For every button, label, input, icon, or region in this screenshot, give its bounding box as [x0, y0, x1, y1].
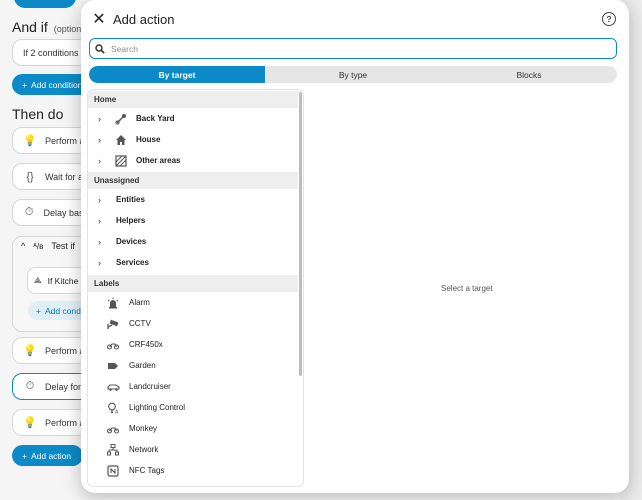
view-tabs: By target By type Blocks: [89, 66, 617, 83]
section-header-labels: Labels: [88, 275, 298, 292]
list-item-back-yard[interactable]: › Back Yard: [88, 108, 298, 129]
chevron-right-icon: ›: [98, 215, 101, 226]
label-item-network[interactable]: Network: [88, 439, 298, 460]
search-input[interactable]: [109, 42, 593, 55]
plus-icon: +: [22, 79, 27, 90]
list-scrollbar[interactable]: [299, 92, 302, 376]
target-list: Home › Back Yard › House › Other areas U…: [87, 89, 304, 487]
dialog-title: Add action: [113, 12, 175, 27]
hatched-square-icon: [114, 154, 128, 167]
label-item-landcruiser[interactable]: Landcruiser: [88, 376, 298, 397]
top-button-partial[interactable]: [14, 0, 76, 8]
label-tag-icon: [106, 360, 120, 372]
home-icon: [114, 134, 128, 146]
section-header-unassigned: Unassigned: [88, 172, 298, 189]
label-item-crf450x[interactable]: CRF450x: [88, 334, 298, 355]
label-item-monkey[interactable]: Monkey: [88, 418, 298, 439]
lightbulb-auto-icon: A: [106, 402, 120, 414]
chevron-right-icon: ›: [98, 134, 101, 145]
plus-icon: +: [36, 305, 41, 316]
add-action-button[interactable]: + Add action: [12, 445, 84, 466]
tab-by-type[interactable]: By type: [265, 66, 441, 83]
lightbulb-icon: 💡: [23, 345, 37, 357]
help-icon[interactable]: ?: [602, 12, 616, 26]
list-item-entities[interactable]: › Entities: [88, 189, 298, 210]
cctv-icon: [106, 318, 120, 330]
motorbike-icon: [106, 423, 120, 435]
chevron-right-icon: ›: [98, 257, 101, 268]
ab-testing-icon: ᴬ/ʙ: [33, 241, 44, 251]
section-header-home: Home: [88, 91, 298, 108]
lightbulb-icon: 💡: [23, 135, 37, 147]
alarm-light-icon: [106, 297, 120, 309]
label-item-nfc-tags[interactable]: NFC Tags: [88, 460, 298, 481]
list-item-devices[interactable]: › Devices: [88, 231, 298, 252]
source-branch-icon: ⟁: [34, 275, 42, 285]
motorbike-icon: [106, 339, 120, 351]
car-icon: [106, 381, 120, 393]
chevron-right-icon: ›: [98, 155, 101, 166]
tab-blocks[interactable]: Blocks: [441, 66, 617, 83]
label-item-garden[interactable]: Garden: [88, 355, 298, 376]
add-action-dialog: ✕ Add action ? By target By type Blocks …: [81, 0, 629, 493]
list-item-services[interactable]: › Services: [88, 252, 298, 273]
svg-text:A: A: [115, 409, 119, 414]
label-item-alarm[interactable]: Alarm: [88, 292, 298, 313]
then-do-heading: Then do: [12, 106, 64, 122]
chevron-right-icon: ›: [98, 236, 101, 247]
search-field[interactable]: [89, 38, 617, 59]
timer-icon: ⏱: [25, 380, 35, 392]
shovel-icon: [114, 113, 128, 125]
close-icon[interactable]: ✕: [90, 11, 108, 29]
lightbulb-off-icon: 💡: [23, 417, 37, 429]
select-target-message: Select a target: [441, 284, 493, 293]
search-icon: [95, 43, 105, 54]
nfc-icon: [106, 464, 120, 477]
chevron-right-icon: ›: [98, 113, 101, 124]
timer-icon: ⏱: [24, 206, 34, 218]
list-item-other-areas[interactable]: › Other areas: [88, 150, 298, 171]
and-if-heading: And if (optional): [12, 19, 92, 35]
list-item-helpers[interactable]: › Helpers: [88, 210, 298, 231]
list-item-house[interactable]: › House: [88, 129, 298, 150]
chevron-right-icon: ›: [98, 194, 101, 205]
tab-by-target[interactable]: By target: [89, 66, 265, 83]
label-item-cctv[interactable]: CCTV: [88, 313, 298, 334]
braces-icon: {}: [26, 170, 34, 183]
chevron-up-icon[interactable]: ^: [21, 241, 25, 251]
plus-icon: +: [22, 450, 27, 461]
network-icon: [106, 443, 120, 456]
label-item-lighting-control[interactable]: A Lighting Control: [88, 397, 298, 418]
